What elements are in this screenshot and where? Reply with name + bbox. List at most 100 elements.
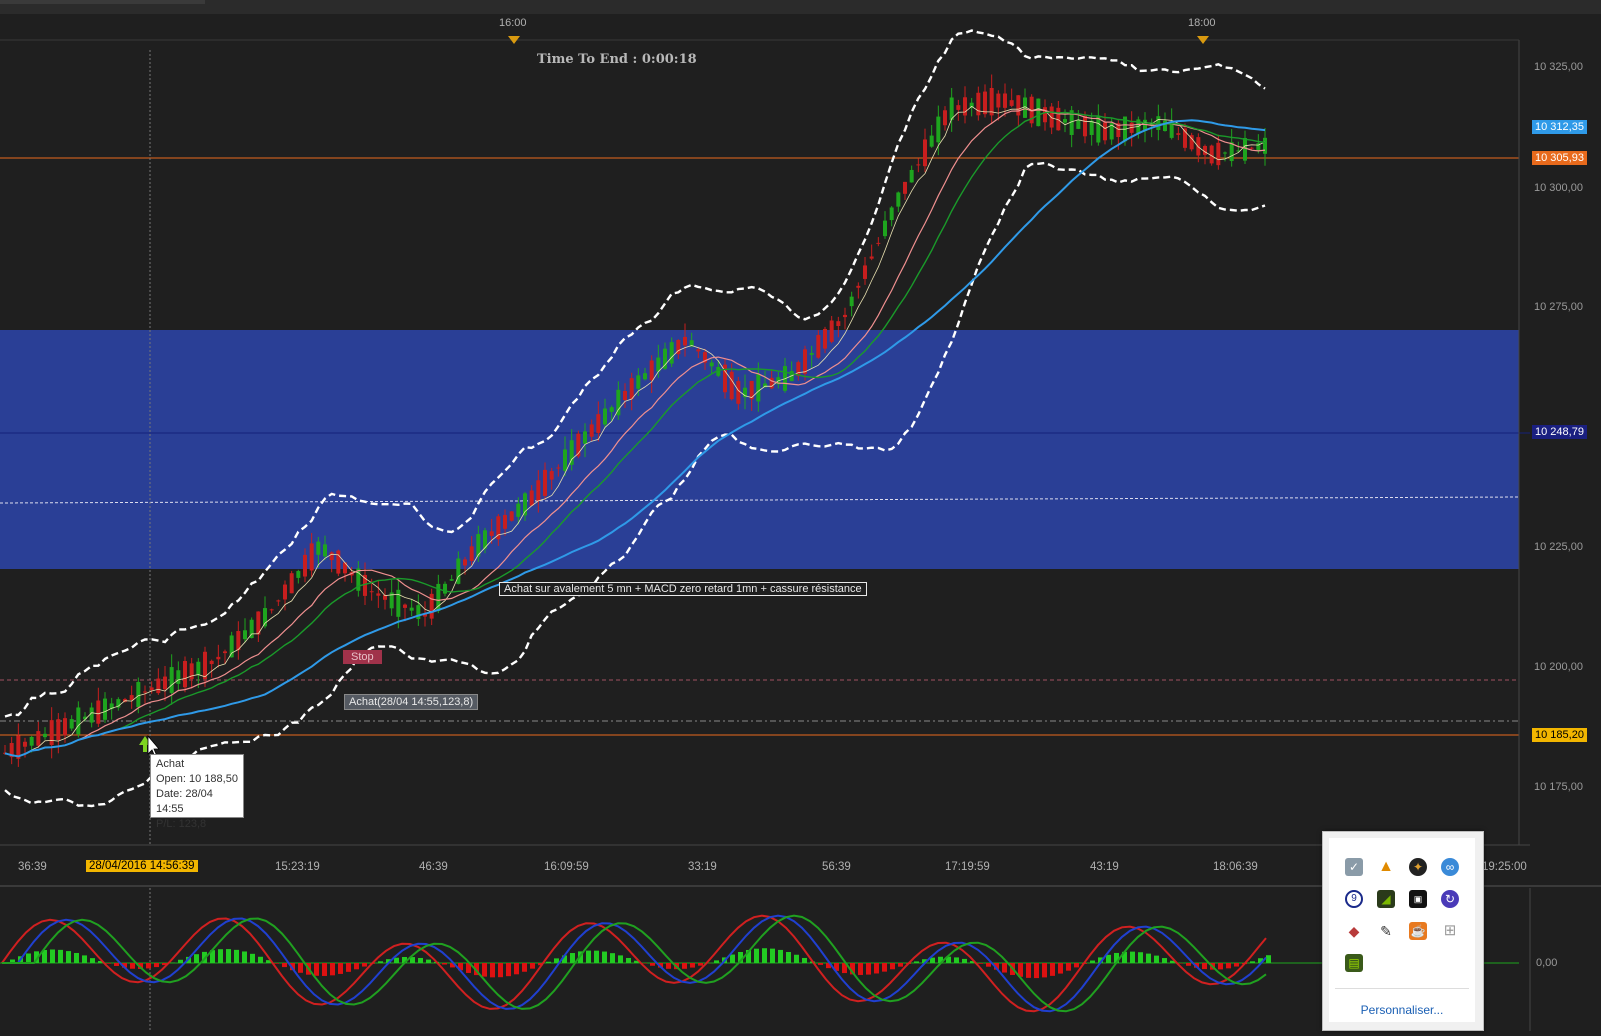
tooltip-open: Open: 10 188,50 [156,772,238,787]
candle-body [1010,100,1014,106]
candle-body [370,591,374,592]
candle-body [236,631,240,650]
macd-zero-label: 0,00 [1536,957,1557,969]
gpu-icon[interactable]: ▤ [1345,954,1363,972]
macd-bar [322,963,327,976]
candle-body [983,92,987,115]
candle-body [290,573,294,593]
macd-bar [1130,952,1135,963]
rocket-icon[interactable]: ◆ [1345,922,1363,940]
candle-body [770,378,774,388]
macd-bar [114,963,119,966]
windows-icon[interactable]: ⊞ [1441,922,1459,940]
macd-bar [234,950,239,963]
trade-annotation[interactable]: Achat sur avalement 5 mn + MACD zero ret… [499,582,867,596]
java-icon[interactable]: ☕ [1409,922,1427,940]
macd-bar [66,951,71,963]
candle-body [1003,94,1007,108]
candle-body [310,543,314,570]
candle-body [1036,99,1040,127]
candle-body [650,361,654,381]
macd-bar [514,963,519,974]
macd-bar [482,963,487,977]
macd-bar [418,958,423,963]
macd-bar [714,960,719,963]
candle-body [816,335,820,358]
macd-bar [794,955,799,963]
macd-bar [546,962,551,963]
candle-body [403,605,407,608]
current-price-tag: 10 312,35 [1532,120,1587,134]
candle-body [1223,153,1227,154]
macd-bar [106,963,111,964]
macd-bar [1186,963,1191,966]
mercedes-icon[interactable]: ✦ [1409,858,1427,876]
macd-bar [586,951,591,963]
time-label: 33:19 [688,861,717,873]
candle-body [876,243,880,244]
candle-body [643,373,647,379]
candle-body [156,679,160,694]
macd-bar [218,949,223,963]
macd-bar [602,952,607,963]
macd-bar [570,953,575,963]
macd-bar [778,950,783,963]
macd-bar [354,963,359,969]
resistance-zone [0,330,1519,569]
macd-bar [770,949,775,963]
main-price-chart[interactable]: 16:00 18:00 Time To End : 0:00:18 10 325… [0,0,1601,870]
price-label: 10 300,00 [1534,182,1583,194]
candle-body [856,286,860,288]
macd-bar [954,957,959,963]
candle-body [43,734,47,737]
monitor-icon[interactable]: ▣ [1409,890,1427,908]
macd-bar [890,963,895,969]
macd-bar [90,958,95,963]
warning-icon[interactable]: ▲ [1377,858,1395,876]
candle-body [76,707,80,734]
sync-icon[interactable]: ↻ [1441,890,1459,908]
candle-body [63,718,67,735]
selected-date-label: 28/04/2016 14:56:39 [86,860,198,872]
macd-bar [762,948,767,963]
candle-body [1090,121,1094,135]
macd-bar [858,963,863,975]
macd-bar [1202,963,1207,969]
tray-separator [1335,988,1469,989]
candle-body [103,699,107,720]
candle-body [463,559,467,565]
system-tray-popup[interactable]: ✓ ▲ ✦ ∞ 9 ◢ ▣ ↻ ◆ ✎ ☕ ⊞ ▤ Personnaliser.… [1322,831,1484,1031]
network-icon[interactable]: ∞ [1441,858,1459,876]
candle-body [1016,95,1020,115]
macd-bar [818,963,823,965]
candle-body [303,555,307,577]
macd-bar [618,955,623,963]
macd-bar [754,949,759,963]
macd-bar [698,963,703,966]
nine-icon[interactable]: 9 [1345,890,1363,908]
candle-body [296,571,300,578]
candle-body [550,471,554,480]
candle-body [516,504,520,517]
shield-check-icon[interactable]: ✓ [1345,858,1363,876]
price-label: 10 200,00 [1534,661,1583,673]
macd-bar [522,963,527,972]
tooltip-title: Achat [156,757,238,772]
macd-bar [626,958,631,963]
macd-bar [154,963,159,967]
stop-order-tag[interactable]: Stop [343,650,382,664]
macd-bar [650,963,655,966]
price-chart-canvas[interactable] [0,0,1601,870]
macd-bar [898,963,903,967]
nvidia-icon[interactable]: ◢ [1377,890,1395,908]
macd-bar [394,958,399,963]
macd-bar [1074,963,1079,967]
candle-body [1216,143,1220,165]
macd-bar [74,953,79,963]
candle-body [336,551,340,574]
ink-icon[interactable]: ✎ [1377,922,1395,940]
candle-body [563,449,567,470]
candle-body [1043,107,1047,122]
entry-order-tag[interactable]: Achat(28/04 14:55,123,8) [344,694,478,710]
tray-customize-link[interactable]: Personnaliser... [1329,1003,1475,1017]
